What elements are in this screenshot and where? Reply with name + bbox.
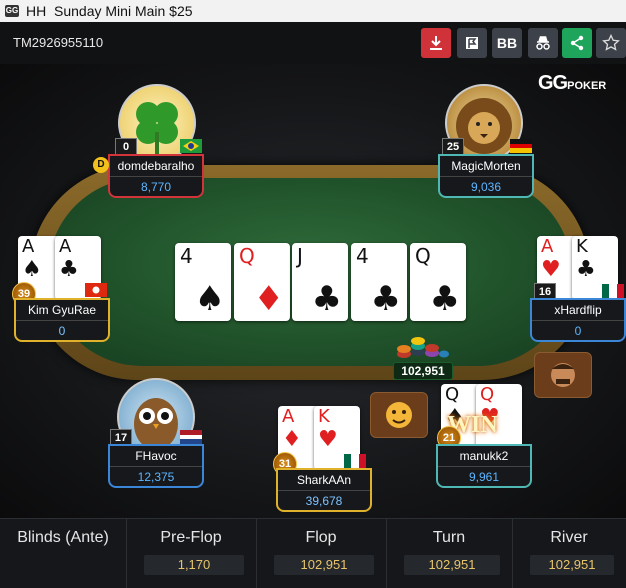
seat-fhavoc[interactable]: FHavoc 12,375 <box>108 444 204 488</box>
player-name: xHardflip <box>532 300 624 321</box>
avatar-emote-icon <box>551 363 575 387</box>
player-name: MagicMorten <box>440 156 532 177</box>
download-icon <box>430 36 442 50</box>
flag-germany-icon <box>510 139 532 153</box>
pot-chips-icon <box>397 337 449 358</box>
player-stack: 9,961 <box>468 470 500 484</box>
window-titlebar: GG HH Sunday Mini Main $25 <box>0 0 626 22</box>
board-card-2: Q ♦ <box>234 243 290 321</box>
seat-manukk2[interactable]: manukk2 9,961 <box>436 444 532 488</box>
player-name: FHavoc <box>110 446 202 467</box>
hand-id: TM2926955110 <box>13 35 104 50</box>
incognito-button[interactable] <box>528 28 558 58</box>
board-card-5: Q ♣ <box>410 243 466 321</box>
street-blinds[interactable]: Blinds (Ante) <box>0 519 127 588</box>
player-name: Kim GyuRae <box>16 300 108 321</box>
seat-sharkaan[interactable]: SharkAAn 39,678 <box>276 468 372 512</box>
ggpoker-logo: GGPOKER <box>538 72 607 94</box>
player-stack: 9,036 <box>470 180 502 194</box>
flag-hongkong-icon <box>85 283 107 297</box>
bb-toggle-button[interactable]: BB <box>492 28 522 58</box>
favorite-button[interactable] <box>596 28 626 58</box>
street-river[interactable]: River 102,951 <box>512 519 626 588</box>
incognito-icon <box>536 36 550 50</box>
flag-icon <box>466 37 478 49</box>
player-name: manukk2 <box>438 446 530 467</box>
seat-magicmorten[interactable]: MagicMorten 9,036 <box>438 154 534 198</box>
flag-mexico-icon <box>602 284 624 298</box>
seat-domdebaralho[interactable]: domdebaralho 8,770 <box>108 154 204 198</box>
board-card-4: 4 ♣ <box>351 243 407 321</box>
emoji-icon <box>386 402 412 428</box>
seat-kimgyurae[interactable]: Kim GyuRae 0 <box>14 298 110 342</box>
share-button[interactable] <box>562 28 592 58</box>
player-stack: 0 <box>58 324 66 338</box>
download-button[interactable] <box>421 28 451 58</box>
emote-bubble[interactable] <box>534 352 592 398</box>
board-card-1: 4 ♠ <box>175 243 231 321</box>
share-icon <box>570 35 584 51</box>
player-name: SharkAAn <box>278 470 370 491</box>
player-stack: 0 <box>574 324 582 338</box>
star-icon <box>602 34 620 51</box>
report-button[interactable] <box>457 28 487 58</box>
hand-toolbar: TM2926955110 BB <box>0 22 626 64</box>
player-stack: 39,678 <box>305 494 343 508</box>
seat-xhardflip[interactable]: xHardflip 0 <box>530 298 626 342</box>
pot-amount: 102,951 <box>393 362 453 380</box>
player-name: domdebaralho <box>110 156 202 177</box>
flag-brazil-icon <box>180 139 202 153</box>
emote-bubble[interactable] <box>370 392 428 438</box>
street-flop[interactable]: Flop 102,951 <box>256 519 387 588</box>
window-title: HH Sunday Mini Main $25 <box>26 3 193 19</box>
street-summary: Blinds (Ante) Pre-Flop 1,170 Flop 102,95… <box>0 518 626 588</box>
flag-netherlands-icon <box>180 430 202 444</box>
player-stack: 8,770 <box>140 180 172 194</box>
board-card-3: J ♣ <box>292 243 348 321</box>
dealer-button: D <box>93 157 109 173</box>
flag-mexico-icon <box>344 454 366 468</box>
street-preflop[interactable]: Pre-Flop 1,170 <box>126 519 257 588</box>
app-badge-icon: GG <box>5 5 19 17</box>
street-turn[interactable]: Turn 102,951 <box>386 519 513 588</box>
player-stack: 12,375 <box>137 470 175 484</box>
